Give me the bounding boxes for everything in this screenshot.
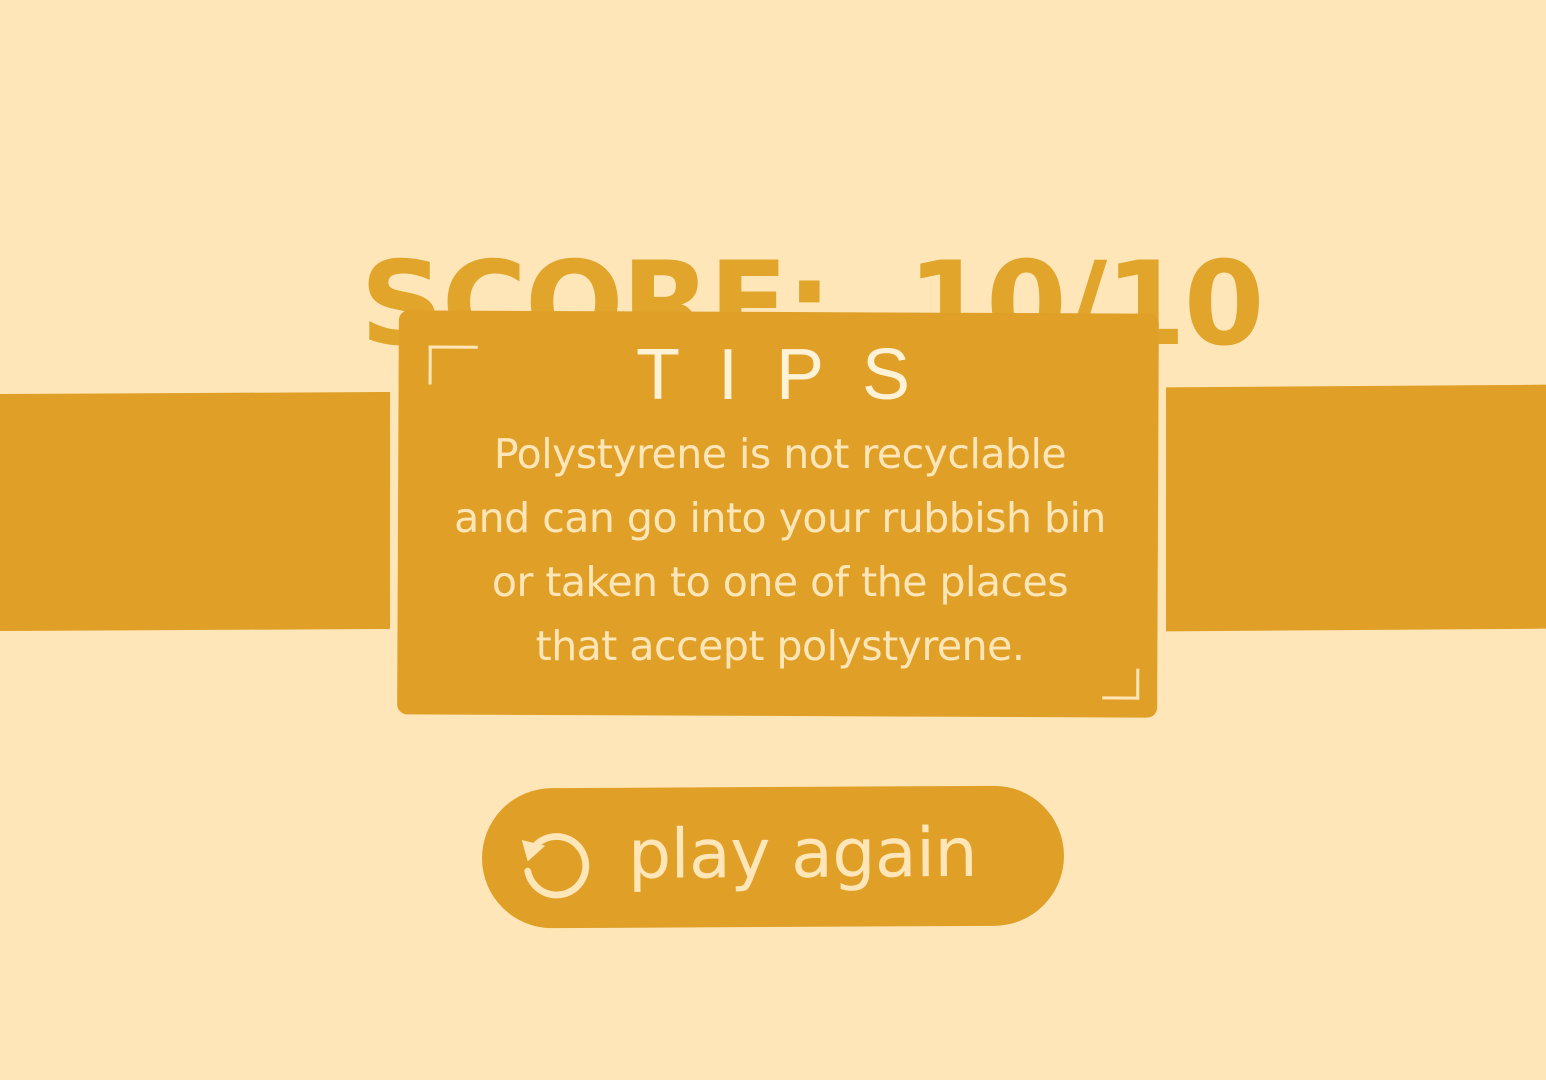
play-again-label: play again [627,813,978,895]
tips-line: Polystyrene is not recyclable [493,430,1067,478]
tips-title: TIPS [635,335,949,415]
tips-line: or taken to one of the places [491,558,1069,606]
play-again-button[interactable]: play again [481,785,1065,929]
tips-line: that accept polystyrene. [535,622,1025,670]
decorative-band-right [1166,384,1546,632]
tips-line: and can go into your rubbish bin [454,494,1106,542]
tips-body: Polystyrene is not recyclable and can go… [420,422,1140,678]
replay-icon [521,833,590,899]
decorative-band-left [0,391,390,632]
